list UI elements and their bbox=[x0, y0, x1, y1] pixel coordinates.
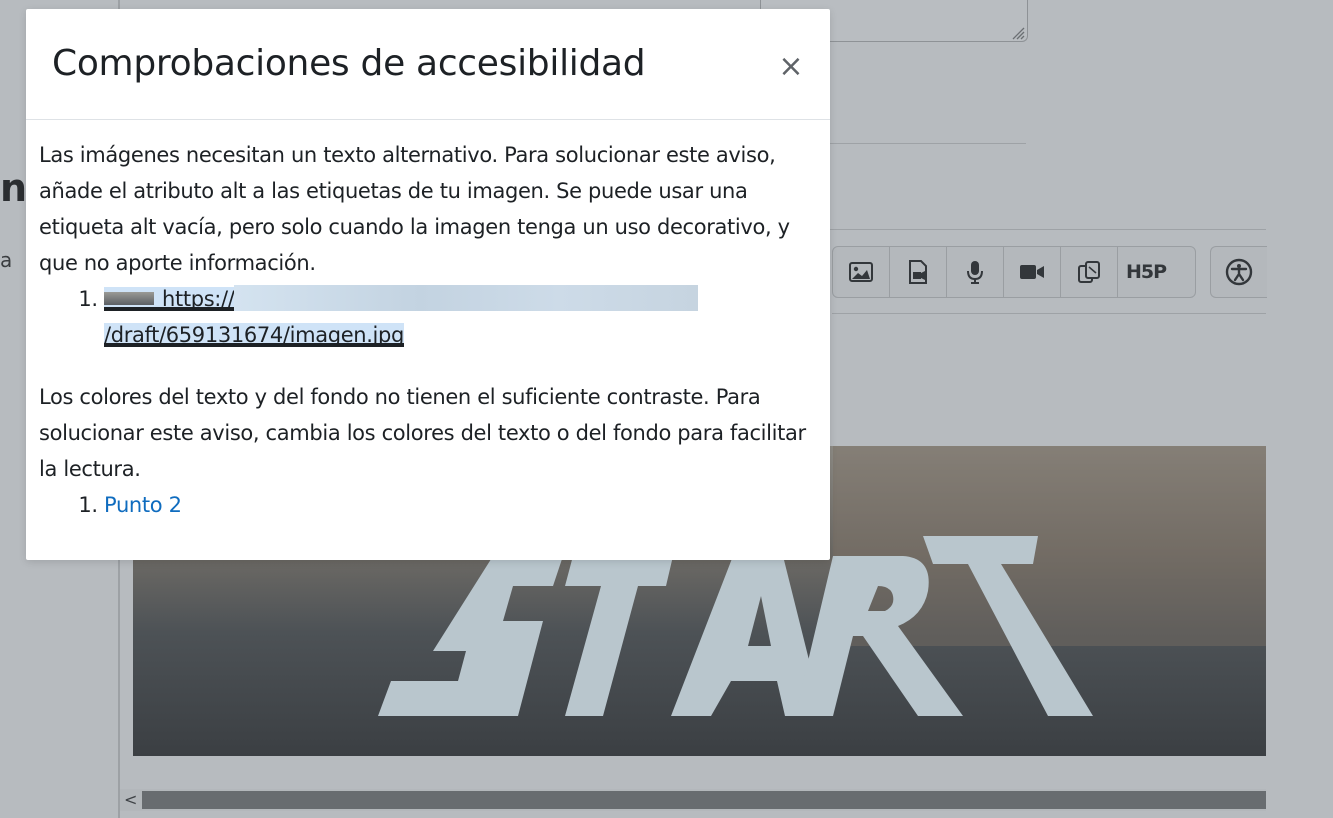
h5p-button[interactable]: H5P bbox=[1118, 247, 1174, 297]
redacted-url-segment bbox=[234, 285, 699, 311]
copy-icon bbox=[1078, 261, 1100, 283]
image-thumbnail bbox=[104, 291, 154, 305]
video-camera-icon bbox=[1020, 265, 1044, 279]
resize-handle-icon[interactable] bbox=[1011, 26, 1025, 40]
dialog-header: Comprobaciones de accesibilidad × bbox=[26, 9, 830, 120]
insert-media-button[interactable] bbox=[890, 247, 947, 297]
url-end: /draft/659131674/imagen.jpg bbox=[104, 323, 405, 347]
scrollbar-thumb[interactable] bbox=[142, 791, 1266, 809]
editor-top-border bbox=[760, 229, 1266, 230]
issue-message: Las imágenes necesitan un texto alternat… bbox=[39, 143, 790, 275]
accessibility-icon bbox=[1225, 258, 1253, 286]
url-start: https:// bbox=[162, 287, 235, 311]
issue-missing-alt-text: Las imágenes necesitan un texto alternat… bbox=[39, 137, 809, 353]
list-item: Punto 2 bbox=[104, 487, 809, 523]
image-icon bbox=[849, 262, 873, 282]
record-audio-button[interactable] bbox=[947, 247, 1004, 297]
record-video-button[interactable] bbox=[1004, 247, 1061, 297]
h5p-icon: H5P bbox=[1125, 261, 1167, 283]
accessibility-checker-dialog: Comprobaciones de accesibilidad × Las im… bbox=[26, 9, 830, 560]
editor-toolbar: H5P bbox=[832, 246, 1196, 298]
accessibility-checker-button[interactable] bbox=[1210, 246, 1267, 298]
horizontal-scrollbar[interactable]: < bbox=[120, 789, 1266, 811]
issue-items-list: Punto 2 bbox=[39, 487, 809, 523]
manage-files-button[interactable] bbox=[1061, 247, 1118, 297]
dialog-title: Comprobaciones de accesibilidad bbox=[52, 43, 646, 84]
list-item: https:// /draft/659131674/imagen.jpg bbox=[104, 281, 809, 353]
image-url-link[interactable]: https:// /draft/659131674/imagen.jpg bbox=[104, 285, 699, 347]
issue-low-contrast: Los colores del texto y del fondo no tie… bbox=[39, 379, 809, 523]
dialog-body: Las imágenes necesitan un texto alternat… bbox=[39, 137, 809, 523]
microphone-icon bbox=[967, 261, 983, 284]
insert-image-button[interactable] bbox=[833, 247, 890, 297]
toolbar-bottom-border bbox=[832, 313, 1266, 314]
scroll-left-arrow[interactable]: < bbox=[124, 789, 137, 811]
contrast-item-link[interactable]: Punto 2 bbox=[104, 493, 182, 517]
label-fragment: a bbox=[0, 248, 13, 272]
media-icon bbox=[909, 260, 927, 284]
issue-message: Los colores del texto y del fondo no tie… bbox=[39, 385, 806, 481]
issue-items-list: https:// /draft/659131674/imagen.jpg bbox=[39, 281, 809, 353]
close-button[interactable]: × bbox=[773, 49, 809, 85]
